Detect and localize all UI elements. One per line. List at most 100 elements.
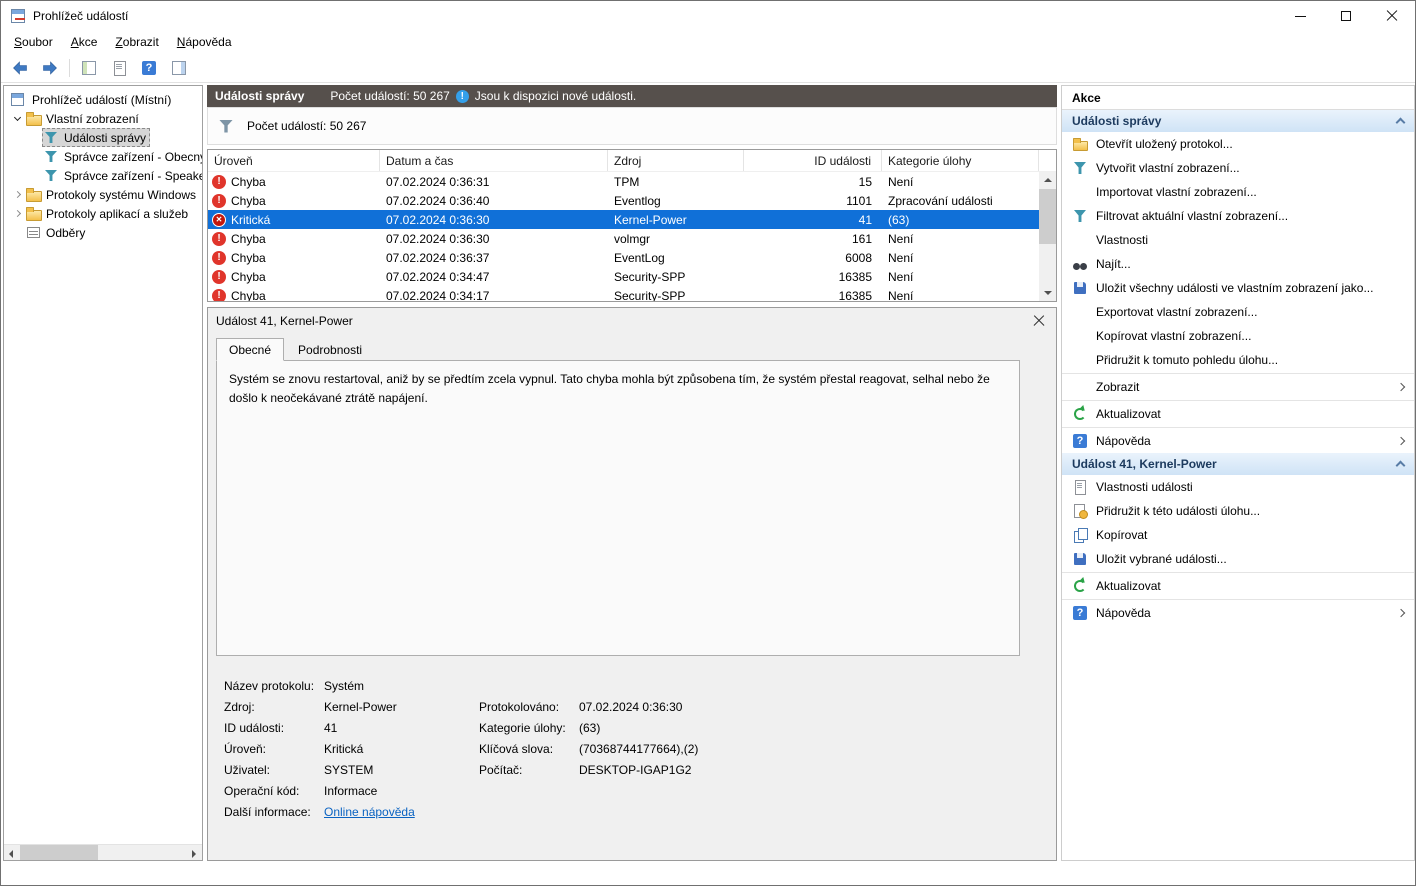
cell-level: Chyba — [231, 270, 266, 284]
table-row[interactable]: Chyba 07.02.2024 0:36:40 Eventlog 1101 Z… — [208, 191, 1039, 210]
minimize-button[interactable] — [1277, 1, 1323, 31]
scroll-right-button[interactable] — [186, 845, 202, 861]
properties-toolbar-button[interactable] — [106, 56, 132, 80]
action-create-custom-view[interactable]: Vytvořit vlastní zobrazení... — [1062, 156, 1414, 180]
error-icon — [212, 289, 226, 302]
scroll-down-button[interactable] — [1039, 284, 1056, 301]
collapse-icon[interactable] — [1396, 461, 1406, 471]
event-list-scrollbar[interactable] — [1039, 172, 1056, 301]
scrollbar-track[interactable] — [98, 845, 186, 860]
forward-button[interactable] — [37, 56, 63, 80]
tree-node: Protokoly aplikací a služeb — [24, 204, 192, 223]
action-attach-task-to-view[interactable]: Přidružit k tomuto pohledu úlohu... — [1062, 348, 1414, 372]
table-row-selected[interactable]: Kritická 07.02.2024 0:36:30 Kernel-Power… — [208, 210, 1039, 229]
action-copy-custom-view[interactable]: Kopírovat vlastní zobrazení... — [1062, 324, 1414, 348]
actions-section-header-view[interactable]: Události správy — [1062, 110, 1414, 132]
show-console-tree-button[interactable] — [76, 56, 102, 80]
column-level[interactable]: Úroveň — [208, 150, 380, 171]
filter-icon — [44, 130, 59, 145]
arrow-up-icon — [1044, 178, 1052, 182]
column-source[interactable]: Zdroj — [608, 150, 744, 171]
separator — [1062, 599, 1414, 600]
expander[interactable] — [10, 188, 24, 202]
filter-icon — [1072, 208, 1088, 224]
table-row[interactable]: Chyba 07.02.2024 0:36:31 TPM 15 Není — [208, 172, 1039, 191]
menu-action[interactable]: Akce — [62, 32, 107, 52]
tree-root[interactable]: Prohlížeč událostí (Místní) — [4, 90, 202, 109]
tab-general[interactable]: Obecné — [216, 338, 284, 361]
action-find[interactable]: Najít... — [1062, 252, 1414, 276]
tree-app-logs[interactable]: Protokoly aplikací a služeb — [4, 204, 202, 223]
cell-category: Není — [882, 232, 1039, 246]
tree-subscriptions[interactable]: Odběry — [4, 223, 202, 242]
cell-datetime: 07.02.2024 0:36:30 — [380, 213, 608, 227]
action-save-all-events-as[interactable]: Uložit všechny události ve vlastním zobr… — [1062, 276, 1414, 300]
action-label: Vytvořit vlastní zobrazení... — [1096, 161, 1404, 175]
menu-file[interactable]: Soubor — [5, 32, 62, 52]
action-label: Uložit všechny události ve vlastním zobr… — [1096, 281, 1404, 295]
chevron-closed-icon — [13, 210, 20, 217]
tab-details[interactable]: Podrobnosti — [285, 338, 375, 361]
separator — [1062, 373, 1414, 374]
table-row[interactable]: Chyba 07.02.2024 0:36:37 EventLog 6008 N… — [208, 248, 1039, 267]
action-label: Otevřít uložený protokol... — [1096, 137, 1404, 151]
tree-device-manager-2[interactable]: Správce zařízení - Speake — [4, 166, 202, 185]
scroll-left-button[interactable] — [4, 845, 20, 861]
maximize-button[interactable] — [1323, 1, 1369, 31]
close-preview-button[interactable] — [1032, 314, 1046, 328]
table-row[interactable]: Chyba 07.02.2024 0:34:47 Security-SPP 16… — [208, 267, 1039, 286]
field-label: Klíčová slova: — [479, 742, 579, 756]
cell-datetime: 07.02.2024 0:34:17 — [380, 289, 608, 302]
action-attach-task-to-event[interactable]: Přidružit k této události úlohu... — [1062, 499, 1414, 523]
menu-view[interactable]: Zobrazit — [106, 32, 167, 52]
close-button[interactable] — [1369, 1, 1415, 31]
action-help-event[interactable]: Nápověda — [1062, 601, 1414, 625]
action-refresh[interactable]: Aktualizovat — [1062, 402, 1414, 426]
collapse-icon[interactable] — [1396, 118, 1406, 128]
action-event-properties[interactable]: Vlastnosti události — [1062, 475, 1414, 499]
action-save-selected-events[interactable]: Uložit vybrané události... — [1062, 547, 1414, 571]
tree-windows-logs[interactable]: Protokoly systému Windows — [4, 185, 202, 204]
toolbar — [1, 53, 1415, 83]
menu-help[interactable]: Nápověda — [168, 32, 241, 52]
column-datetime[interactable]: Datum a čas — [380, 150, 608, 171]
tree-custom-views[interactable]: Vlastní zobrazení — [4, 109, 202, 128]
content-area: Prohlížeč událostí (Místní) Vlastní zobr… — [1, 83, 1415, 885]
action-help-submenu[interactable]: Nápověda — [1062, 429, 1414, 453]
action-label: Vlastnosti — [1096, 233, 1404, 247]
back-button[interactable] — [7, 56, 33, 80]
expander[interactable] — [10, 207, 24, 221]
table-row[interactable]: Chyba 07.02.2024 0:34:17 Security-SPP 16… — [208, 286, 1039, 301]
show-action-pane-button[interactable] — [166, 56, 192, 80]
action-view-submenu[interactable]: Zobrazit — [1062, 375, 1414, 399]
action-properties[interactable]: Vlastnosti — [1062, 228, 1414, 252]
table-row[interactable]: Chyba 07.02.2024 0:36:30 volmgr 161 Není — [208, 229, 1039, 248]
tree-admin-events[interactable]: Události správy — [4, 128, 202, 147]
tree-device-manager-1[interactable]: Správce zařízení - Obecny — [4, 147, 202, 166]
action-open-saved-log[interactable]: Otevřít uložený protokol... — [1062, 132, 1414, 156]
actions-section-header-event[interactable]: Událost 41, Kernel-Power — [1062, 453, 1414, 475]
action-pane-icon — [171, 60, 187, 76]
cell-datetime: 07.02.2024 0:36:30 — [380, 232, 608, 246]
action-export-custom-view[interactable]: Exportovat vlastní zobrazení... — [1062, 300, 1414, 324]
action-copy[interactable]: Kopírovat — [1062, 523, 1414, 547]
help-toolbar-button[interactable] — [136, 56, 162, 80]
field-value: Kernel-Power — [324, 700, 479, 714]
scroll-up-button[interactable] — [1039, 172, 1056, 189]
expander[interactable] — [10, 112, 24, 126]
column-task-category[interactable]: Kategorie úlohy — [882, 150, 1039, 171]
scrollbar-thumb[interactable] — [1039, 189, 1056, 244]
action-import-custom-view[interactable]: Importovat vlastní zobrazení... — [1062, 180, 1414, 204]
column-event-id[interactable]: ID události — [744, 150, 882, 171]
console-tree-icon — [81, 60, 97, 76]
online-help-link[interactable]: Online nápověda — [324, 805, 479, 819]
new-events-text: Jsou k dispozici nové události. — [475, 89, 636, 103]
copy-icon — [1072, 527, 1088, 543]
tree-horizontal-scrollbar[interactable] — [4, 844, 202, 860]
action-filter-current-view[interactable]: Filtrovat aktuální vlastní zobrazení... — [1062, 204, 1414, 228]
action-refresh-event[interactable]: Aktualizovat — [1062, 574, 1414, 598]
create-view-icon — [1072, 160, 1088, 176]
chevron-open-icon — [13, 114, 20, 121]
error-icon — [212, 232, 226, 246]
scrollbar-thumb[interactable] — [20, 845, 98, 860]
